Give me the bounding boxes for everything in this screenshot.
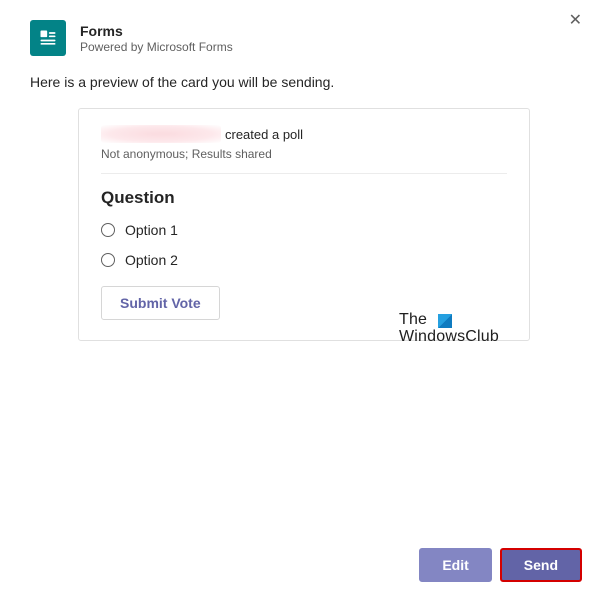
send-button[interactable]: Send — [500, 548, 582, 582]
poll-option[interactable]: Option 1 — [101, 220, 507, 240]
forms-app-icon — [30, 20, 66, 56]
app-title: Forms — [80, 23, 233, 39]
option-label: Option 2 — [125, 252, 178, 268]
option-label: Option 1 — [125, 222, 178, 238]
edit-button[interactable]: Edit — [419, 548, 491, 582]
preview-intro-text: Here is a preview of the card you will b… — [30, 74, 570, 90]
windowsclub-logo-icon — [438, 314, 452, 328]
creator-name-redacted — [101, 125, 221, 143]
watermark-line2: WindowsClub — [399, 329, 499, 346]
question-title: Question — [101, 188, 507, 208]
watermark-line1: The — [399, 311, 427, 328]
poll-option[interactable]: Option 2 — [101, 250, 507, 270]
card-header: created a poll Not anonymous; Results sh… — [101, 125, 507, 174]
app-subtitle: Powered by Microsoft Forms — [80, 40, 233, 54]
radio-icon — [101, 223, 115, 237]
dialog-header: Forms Powered by Microsoft Forms — [30, 20, 570, 56]
close-icon[interactable]: ✕ — [569, 10, 582, 30]
watermark: The WindowsClub — [399, 312, 499, 346]
radio-icon — [101, 253, 115, 267]
dialog-footer: Edit Send — [419, 548, 582, 582]
poll-preview-card: created a poll Not anonymous; Results sh… — [78, 108, 530, 341]
poll-meta: Not anonymous; Results shared — [101, 147, 507, 161]
submit-vote-button[interactable]: Submit Vote — [101, 286, 220, 320]
creator-line: created a poll — [101, 125, 507, 143]
created-poll-text: created a poll — [225, 127, 303, 142]
